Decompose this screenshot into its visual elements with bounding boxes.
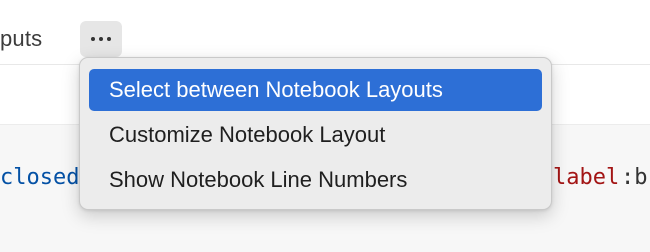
ellipsis-icon bbox=[99, 37, 103, 41]
menu-item-label: Customize Notebook Layout bbox=[109, 122, 386, 147]
ellipsis-icon bbox=[91, 37, 95, 41]
code-token-property: label bbox=[553, 165, 620, 190]
menu-item-customize-notebook-layout[interactable]: Customize Notebook Layout bbox=[89, 114, 542, 156]
more-actions-button[interactable] bbox=[80, 21, 122, 57]
notebook-window: puts closed label :b Select between Note… bbox=[0, 0, 650, 252]
menu-item-select-notebook-layouts[interactable]: Select between Notebook Layouts bbox=[89, 69, 542, 111]
menu-item-label: Show Notebook Line Numbers bbox=[109, 167, 408, 192]
ellipsis-icon bbox=[107, 37, 111, 41]
code-token-keyword: closed bbox=[0, 165, 80, 190]
code-token-punctuation: :b bbox=[621, 165, 648, 190]
cut-off-tab-strip bbox=[0, 0, 650, 2]
toolbar-outputs-label[interactable]: puts bbox=[0, 26, 42, 52]
notebook-toolbar: puts bbox=[0, 0, 650, 64]
menu-item-show-line-numbers[interactable]: Show Notebook Line Numbers bbox=[89, 159, 542, 201]
menu-item-label: Select between Notebook Layouts bbox=[109, 77, 443, 102]
notebook-layout-context-menu: Select between Notebook Layouts Customiz… bbox=[79, 57, 552, 210]
